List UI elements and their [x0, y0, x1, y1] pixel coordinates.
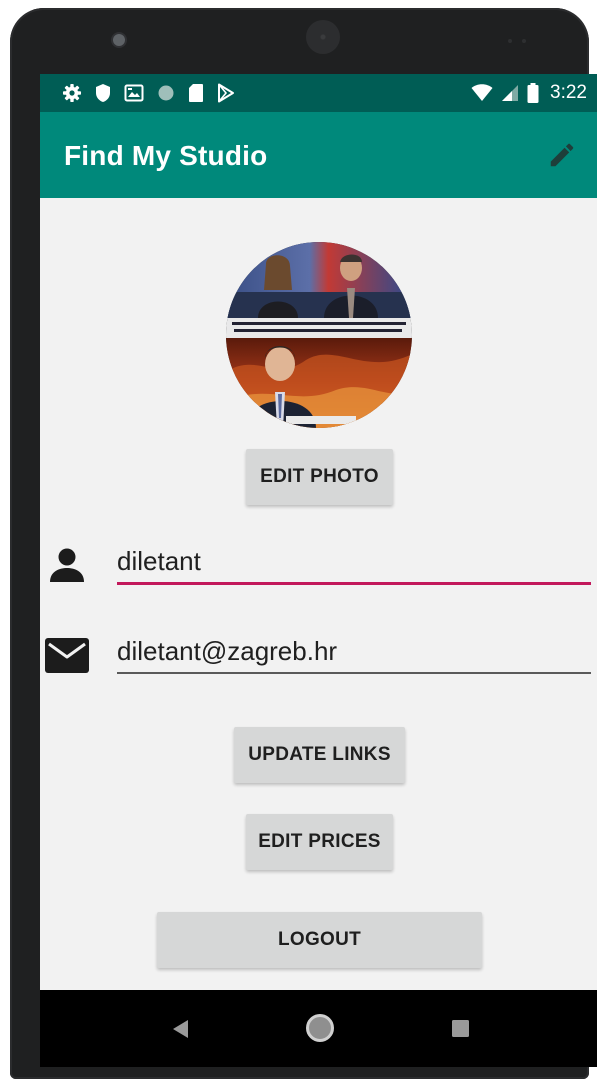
gear-icon: [63, 84, 81, 102]
battery-icon: [527, 83, 539, 103]
play-store-icon: [218, 83, 234, 103]
recents-icon[interactable]: [451, 1019, 470, 1038]
username-field[interactable]: diletant: [117, 546, 201, 577]
shield-icon: [96, 84, 110, 102]
pencil-icon[interactable]: [547, 140, 577, 170]
username-field-underline: [117, 582, 591, 585]
profile-photo: [226, 242, 412, 428]
light-sensor: [522, 39, 526, 43]
person-icon: [50, 548, 84, 582]
earpiece-speaker: [306, 20, 340, 54]
front-camera: [113, 34, 125, 46]
back-icon[interactable]: [170, 1018, 190, 1040]
proximity-sensor: [508, 39, 512, 43]
email-field-underline: [117, 672, 591, 674]
navigation-bar: [40, 990, 597, 1067]
screen: 3:22 Find My Studio EDIT PHOTO diletant …: [40, 74, 597, 1067]
app-title: Find My Studio: [64, 140, 268, 171]
status-clock: 3:22: [550, 82, 587, 103]
home-icon[interactable]: [304, 1012, 336, 1044]
sd-card-icon: [189, 84, 203, 102]
signal-icon: [502, 85, 519, 101]
status-bar: 3:22: [40, 74, 597, 112]
phone-frame: 3:22 Find My Studio EDIT PHOTO diletant …: [10, 8, 597, 1079]
profile-photo-image: [226, 242, 412, 428]
image-icon: [124, 84, 144, 102]
system-status-icons: 3:22: [471, 82, 587, 104]
circle-icon: [158, 85, 174, 101]
edit-photo-button[interactable]: EDIT PHOTO: [246, 449, 393, 505]
logout-button[interactable]: LOGOUT: [157, 912, 482, 968]
mail-icon: [45, 638, 89, 673]
wifi-icon: [471, 84, 493, 101]
edit-prices-button[interactable]: EDIT PRICES: [246, 814, 393, 870]
email-field[interactable]: diletant@zagreb.hr: [117, 636, 337, 667]
notification-icons: [62, 83, 235, 103]
update-links-button[interactable]: UPDATE LINKS: [234, 727, 405, 783]
app-bar: Find My Studio: [40, 112, 597, 198]
